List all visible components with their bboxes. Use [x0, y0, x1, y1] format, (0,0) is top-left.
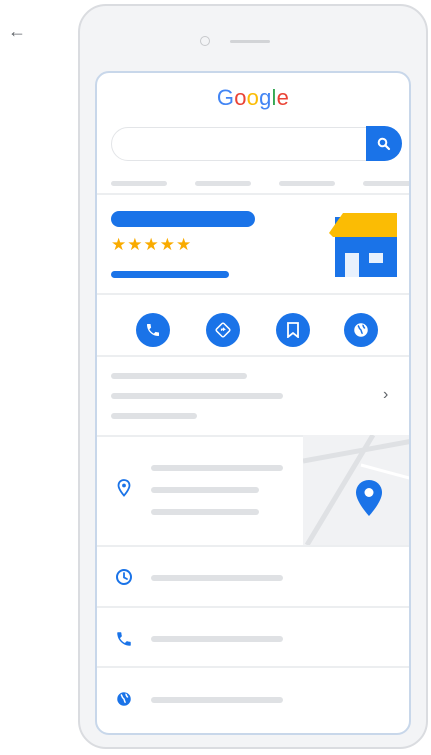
storefront-icon — [329, 213, 397, 277]
divider — [97, 545, 409, 547]
search-value — [112, 128, 113, 129]
tab-placeholder[interactable] — [111, 181, 167, 186]
phone-row-icon — [113, 628, 135, 650]
divider — [97, 606, 409, 608]
address-line — [151, 509, 259, 515]
back-arrow-icon[interactable]: ← — [6, 20, 28, 42]
chevron-right-icon[interactable]: › — [383, 386, 388, 404]
divider — [97, 293, 409, 295]
divider — [97, 666, 409, 668]
hours-line — [151, 575, 283, 581]
save-button[interactable] — [276, 313, 310, 347]
location-pin-icon — [117, 479, 131, 497]
logo-letter: o — [234, 85, 247, 110]
tab-placeholder[interactable] — [363, 181, 409, 186]
phone-screen: Google ★★★★★ › — [95, 71, 411, 735]
website-line — [151, 697, 283, 703]
phone-camera — [200, 36, 210, 46]
logo-letter: e — [276, 85, 290, 110]
description-line — [111, 393, 283, 399]
tab-placeholder[interactable] — [279, 181, 335, 186]
hours-row-icon — [113, 566, 135, 588]
address-line — [151, 487, 259, 493]
call-button[interactable] — [136, 313, 170, 347]
logo-letter: G — [216, 85, 235, 110]
clock-icon — [116, 569, 132, 585]
search-icon — [377, 137, 391, 150]
star-rating: ★★★★★ — [111, 235, 193, 254]
divider — [97, 193, 409, 195]
directions-button[interactable] — [206, 313, 240, 347]
phone-icon — [147, 324, 159, 336]
tab-placeholder[interactable] — [195, 181, 251, 186]
website-row-icon — [113, 688, 135, 710]
map-pin-icon — [356, 480, 382, 516]
search-button[interactable] — [366, 126, 402, 161]
directions-icon — [215, 322, 231, 338]
phone-speaker — [230, 40, 270, 43]
logo-letter: o — [246, 85, 260, 110]
description-line — [111, 373, 247, 379]
map-thumbnail[interactable] — [303, 435, 409, 545]
google-logo: Google — [97, 85, 409, 111]
description-line — [111, 413, 197, 419]
search-input[interactable] — [111, 126, 402, 161]
address-line — [151, 465, 283, 471]
phone-number-line — [151, 636, 283, 642]
phone-frame: Google ★★★★★ › — [78, 4, 428, 749]
business-category-placeholder — [111, 271, 229, 278]
phone-icon — [117, 632, 131, 646]
globe-icon — [354, 323, 368, 337]
logo-letter: g — [259, 85, 272, 110]
website-button[interactable] — [344, 313, 378, 347]
location-row-icon — [113, 477, 135, 499]
business-name-placeholder — [111, 211, 255, 227]
globe-icon — [117, 692, 131, 706]
bookmark-icon — [287, 322, 299, 338]
divider — [97, 355, 409, 357]
